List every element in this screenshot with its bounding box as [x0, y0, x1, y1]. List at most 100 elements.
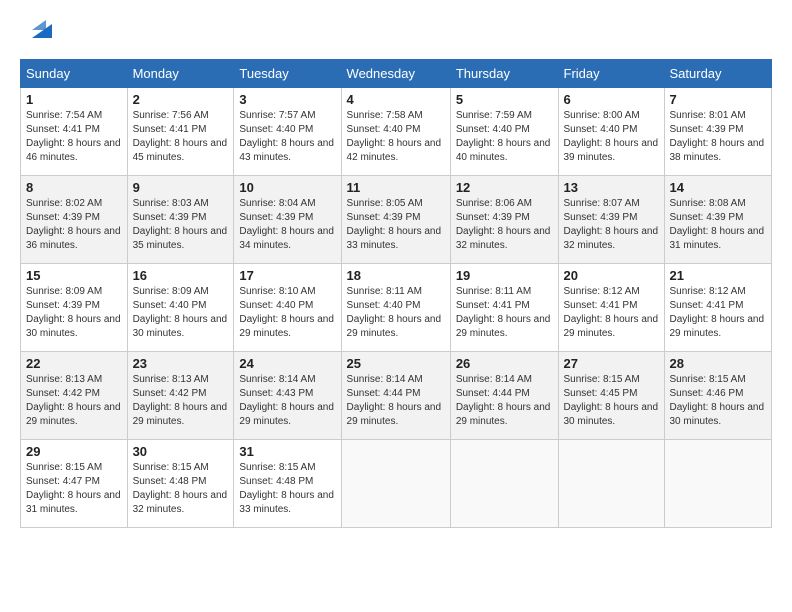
- day-number: 21: [670, 268, 767, 283]
- day-info: Sunrise: 8:10 AMSunset: 4:40 PMDaylight:…: [239, 286, 334, 339]
- day-info: Sunrise: 8:12 AMSunset: 4:41 PMDaylight:…: [564, 286, 659, 339]
- calendar-cell: 3 Sunrise: 7:57 AMSunset: 4:40 PMDayligh…: [234, 88, 341, 176]
- calendar-cell: 20 Sunrise: 8:12 AMSunset: 4:41 PMDaylig…: [558, 264, 664, 352]
- day-number: 2: [133, 92, 229, 107]
- page: SundayMondayTuesdayWednesdayThursdayFrid…: [0, 0, 792, 538]
- calendar-cell: 4 Sunrise: 7:58 AMSunset: 4:40 PMDayligh…: [341, 88, 450, 176]
- calendar-cell: [450, 440, 558, 528]
- day-number: 20: [564, 268, 659, 283]
- calendar-cell: [558, 440, 664, 528]
- calendar-cell: 14 Sunrise: 8:08 AMSunset: 4:39 PMDaylig…: [664, 176, 772, 264]
- day-info: Sunrise: 8:06 AMSunset: 4:39 PMDaylight:…: [456, 198, 551, 251]
- calendar-cell: 8 Sunrise: 8:02 AMSunset: 4:39 PMDayligh…: [21, 176, 128, 264]
- calendar-cell: 30 Sunrise: 8:15 AMSunset: 4:48 PMDaylig…: [127, 440, 234, 528]
- day-number: 18: [347, 268, 445, 283]
- calendar-week-row: 29 Sunrise: 8:15 AMSunset: 4:47 PMDaylig…: [21, 440, 772, 528]
- day-info: Sunrise: 8:15 AMSunset: 4:45 PMDaylight:…: [564, 374, 659, 427]
- calendar-cell: 28 Sunrise: 8:15 AMSunset: 4:46 PMDaylig…: [664, 352, 772, 440]
- calendar-cell: 2 Sunrise: 7:56 AMSunset: 4:41 PMDayligh…: [127, 88, 234, 176]
- day-info: Sunrise: 8:01 AMSunset: 4:39 PMDaylight:…: [670, 110, 765, 163]
- day-of-week-header: Tuesday: [234, 60, 341, 88]
- calendar-body: 1 Sunrise: 7:54 AMSunset: 4:41 PMDayligh…: [21, 88, 772, 528]
- calendar-cell: 7 Sunrise: 8:01 AMSunset: 4:39 PMDayligh…: [664, 88, 772, 176]
- day-info: Sunrise: 8:03 AMSunset: 4:39 PMDaylight:…: [133, 198, 228, 251]
- calendar-cell: 21 Sunrise: 8:12 AMSunset: 4:41 PMDaylig…: [664, 264, 772, 352]
- day-number: 29: [26, 444, 122, 459]
- day-number: 1: [26, 92, 122, 107]
- day-number: 15: [26, 268, 122, 283]
- day-number: 22: [26, 356, 122, 371]
- calendar-cell: 19 Sunrise: 8:11 AMSunset: 4:41 PMDaylig…: [450, 264, 558, 352]
- day-info: Sunrise: 8:13 AMSunset: 4:42 PMDaylight:…: [26, 374, 121, 427]
- day-number: 27: [564, 356, 659, 371]
- day-info: Sunrise: 8:14 AMSunset: 4:43 PMDaylight:…: [239, 374, 334, 427]
- day-number: 5: [456, 92, 553, 107]
- day-number: 6: [564, 92, 659, 107]
- calendar-table: SundayMondayTuesdayWednesdayThursdayFrid…: [20, 59, 772, 528]
- day-number: 16: [133, 268, 229, 283]
- day-number: 13: [564, 180, 659, 195]
- day-info: Sunrise: 8:13 AMSunset: 4:42 PMDaylight:…: [133, 374, 228, 427]
- calendar-cell: [341, 440, 450, 528]
- calendar-cell: 5 Sunrise: 7:59 AMSunset: 4:40 PMDayligh…: [450, 88, 558, 176]
- day-of-week-header: Saturday: [664, 60, 772, 88]
- day-info: Sunrise: 8:15 AMSunset: 4:48 PMDaylight:…: [239, 462, 334, 515]
- day-of-week-header: Sunday: [21, 60, 128, 88]
- calendar-cell: 22 Sunrise: 8:13 AMSunset: 4:42 PMDaylig…: [21, 352, 128, 440]
- day-number: 11: [347, 180, 445, 195]
- day-info: Sunrise: 8:15 AMSunset: 4:47 PMDaylight:…: [26, 462, 121, 515]
- day-number: 30: [133, 444, 229, 459]
- calendar-week-row: 15 Sunrise: 8:09 AMSunset: 4:39 PMDaylig…: [21, 264, 772, 352]
- calendar-cell: 26 Sunrise: 8:14 AMSunset: 4:44 PMDaylig…: [450, 352, 558, 440]
- day-info: Sunrise: 8:04 AMSunset: 4:39 PMDaylight:…: [239, 198, 334, 251]
- calendar-cell: 25 Sunrise: 8:14 AMSunset: 4:44 PMDaylig…: [341, 352, 450, 440]
- day-info: Sunrise: 8:08 AMSunset: 4:39 PMDaylight:…: [670, 198, 765, 251]
- calendar-cell: 13 Sunrise: 8:07 AMSunset: 4:39 PMDaylig…: [558, 176, 664, 264]
- day-info: Sunrise: 8:09 AMSunset: 4:39 PMDaylight:…: [26, 286, 121, 339]
- calendar-cell: 10 Sunrise: 8:04 AMSunset: 4:39 PMDaylig…: [234, 176, 341, 264]
- logo-icon: [24, 10, 56, 47]
- calendar-cell: 17 Sunrise: 8:10 AMSunset: 4:40 PMDaylig…: [234, 264, 341, 352]
- calendar-cell: 1 Sunrise: 7:54 AMSunset: 4:41 PMDayligh…: [21, 88, 128, 176]
- calendar-cell: 6 Sunrise: 8:00 AMSunset: 4:40 PMDayligh…: [558, 88, 664, 176]
- day-number: 12: [456, 180, 553, 195]
- day-info: Sunrise: 8:02 AMSunset: 4:39 PMDaylight:…: [26, 198, 121, 251]
- day-number: 3: [239, 92, 335, 107]
- day-number: 14: [670, 180, 767, 195]
- day-number: 8: [26, 180, 122, 195]
- calendar-cell: 24 Sunrise: 8:14 AMSunset: 4:43 PMDaylig…: [234, 352, 341, 440]
- day-info: Sunrise: 8:09 AMSunset: 4:40 PMDaylight:…: [133, 286, 228, 339]
- day-info: Sunrise: 8:11 AMSunset: 4:41 PMDaylight:…: [456, 286, 551, 339]
- calendar-cell: 29 Sunrise: 8:15 AMSunset: 4:47 PMDaylig…: [21, 440, 128, 528]
- day-number: 25: [347, 356, 445, 371]
- calendar-week-row: 8 Sunrise: 8:02 AMSunset: 4:39 PMDayligh…: [21, 176, 772, 264]
- day-info: Sunrise: 8:11 AMSunset: 4:40 PMDaylight:…: [347, 286, 442, 339]
- day-number: 26: [456, 356, 553, 371]
- day-number: 19: [456, 268, 553, 283]
- day-info: Sunrise: 8:00 AMSunset: 4:40 PMDaylight:…: [564, 110, 659, 163]
- day-info: Sunrise: 8:12 AMSunset: 4:41 PMDaylight:…: [670, 286, 765, 339]
- day-of-week-header: Monday: [127, 60, 234, 88]
- calendar-cell: 15 Sunrise: 8:09 AMSunset: 4:39 PMDaylig…: [21, 264, 128, 352]
- day-number: 17: [239, 268, 335, 283]
- day-info: Sunrise: 8:14 AMSunset: 4:44 PMDaylight:…: [347, 374, 442, 427]
- day-info: Sunrise: 7:56 AMSunset: 4:41 PMDaylight:…: [133, 110, 228, 163]
- day-number: 24: [239, 356, 335, 371]
- calendar-cell: 23 Sunrise: 8:13 AMSunset: 4:42 PMDaylig…: [127, 352, 234, 440]
- day-number: 31: [239, 444, 335, 459]
- calendar-cell: [664, 440, 772, 528]
- calendar-cell: 27 Sunrise: 8:15 AMSunset: 4:45 PMDaylig…: [558, 352, 664, 440]
- day-number: 7: [670, 92, 767, 107]
- calendar-cell: 12 Sunrise: 8:06 AMSunset: 4:39 PMDaylig…: [450, 176, 558, 264]
- calendar-cell: 9 Sunrise: 8:03 AMSunset: 4:39 PMDayligh…: [127, 176, 234, 264]
- calendar-cell: 18 Sunrise: 8:11 AMSunset: 4:40 PMDaylig…: [341, 264, 450, 352]
- day-info: Sunrise: 8:07 AMSunset: 4:39 PMDaylight:…: [564, 198, 659, 251]
- day-of-week-header: Wednesday: [341, 60, 450, 88]
- day-info: Sunrise: 8:14 AMSunset: 4:44 PMDaylight:…: [456, 374, 551, 427]
- day-info: Sunrise: 8:15 AMSunset: 4:46 PMDaylight:…: [670, 374, 765, 427]
- day-info: Sunrise: 7:59 AMSunset: 4:40 PMDaylight:…: [456, 110, 551, 163]
- day-number: 4: [347, 92, 445, 107]
- day-info: Sunrise: 7:58 AMSunset: 4:40 PMDaylight:…: [347, 110, 442, 163]
- day-of-week-header: Thursday: [450, 60, 558, 88]
- day-of-week-header: Friday: [558, 60, 664, 88]
